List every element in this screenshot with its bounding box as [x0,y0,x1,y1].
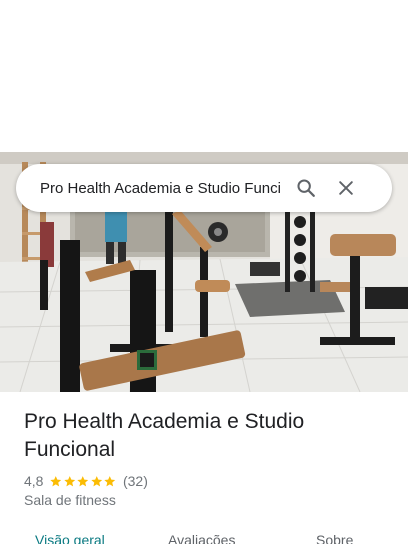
tab-about[interactable]: Sobre [316,532,353,544]
tab-reviews[interactable]: Avaliações [168,532,235,544]
place-category: Sala de fitness [24,492,116,508]
rating-value: 4,8 [24,473,44,489]
star-icon [104,475,116,486]
search-icon [297,179,315,197]
rating-row[interactable]: 4,8 (32) [24,471,148,491]
review-count[interactable]: (32) [123,473,148,489]
tab-overview[interactable]: Visão geral [35,532,105,544]
rating-stars [49,475,117,488]
search-bar[interactable]: Pro Health Academia e Studio Funci [16,164,392,212]
search-input[interactable]: Pro Health Academia e Studio Funci [40,180,286,197]
star-icon [64,475,76,486]
close-icon [339,181,353,195]
close-button[interactable] [326,168,366,208]
star-icon [50,475,62,486]
place-tabs: Visão geral Avaliações Sobre [0,528,408,544]
place-page: Pro Health Academia e Studio Funci Pro H… [0,0,408,544]
place-title: Pro Health Academia e Studio Funcional [24,410,305,461]
star-icon [91,475,103,486]
search-button[interactable] [286,168,326,208]
star-icon [77,475,89,486]
